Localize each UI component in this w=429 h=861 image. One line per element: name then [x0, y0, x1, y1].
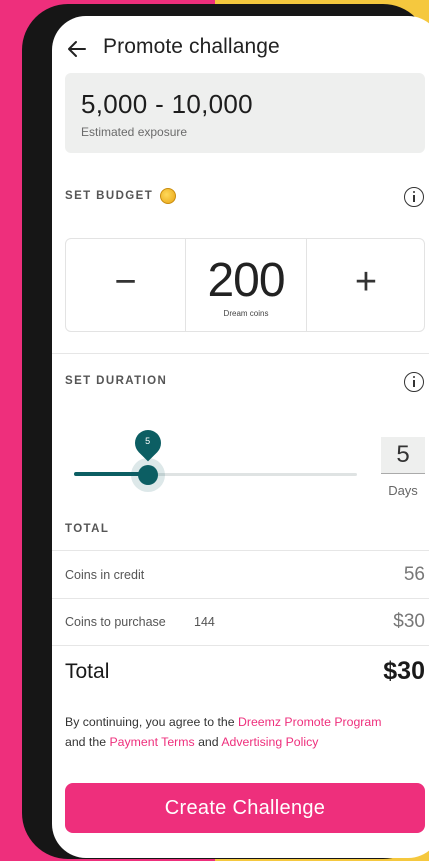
- days-input[interactable]: 5: [381, 437, 425, 474]
- coins-to-purchase-label: Coins to purchase: [65, 615, 166, 629]
- total-label: Total: [65, 660, 110, 683]
- plus-icon: +: [354, 261, 378, 303]
- back-arrow-icon[interactable]: [66, 38, 88, 60]
- coins-to-purchase-value: $30: [393, 611, 425, 632]
- total-value: $30: [383, 657, 425, 685]
- budget-info-icon[interactable]: [404, 187, 424, 207]
- days-label: Days: [388, 483, 418, 498]
- divider: [52, 598, 429, 599]
- create-challenge-button[interactable]: Create Challenge: [65, 783, 425, 833]
- total-section-label: TOTAL: [65, 523, 110, 535]
- advertising-policy-link[interactable]: Advertising Policy: [221, 735, 318, 749]
- phone-frame: Promote challange 5,000 - 10,000 Estimat…: [22, 4, 429, 859]
- minus-icon: −: [114, 261, 137, 303]
- duration-bubble-text: 5: [145, 436, 151, 446]
- duration-slider-thumb[interactable]: [137, 465, 158, 485]
- header: Promote challange: [52, 30, 429, 70]
- coin-icon: [160, 188, 176, 204]
- page-title: Promote challange: [103, 35, 280, 58]
- terms-prefix: By continuing, you agree to the: [65, 715, 238, 729]
- exposure-label: Estimated exposure: [81, 125, 188, 139]
- coins-in-credit-value: 56: [403, 564, 425, 585]
- set-budget-label: SET BUDGET: [65, 190, 154, 202]
- budget-stepper: − 200 Dream coins +: [65, 238, 425, 332]
- set-duration-label: SET DURATION: [65, 375, 168, 387]
- coins-to-purchase-count: 144: [194, 615, 215, 629]
- terms-text: By continuing, you agree to the Dreemz P…: [65, 713, 395, 752]
- budget-value: 200 Dream coins: [186, 239, 307, 331]
- divider: [52, 353, 429, 354]
- exposure-card: 5,000 - 10,000 Estimated exposure: [65, 73, 425, 153]
- phone-screen: Promote challange 5,000 - 10,000 Estimat…: [52, 16, 429, 858]
- terms-mid: and the: [65, 734, 110, 749]
- budget-unit: Dream coins: [223, 309, 269, 318]
- terms-and: and: [194, 734, 222, 749]
- budget-amount: 200: [207, 254, 285, 307]
- coins-in-credit-label: Coins in credit: [65, 568, 145, 582]
- payment-terms-link[interactable]: Payment Terms: [109, 735, 194, 749]
- exposure-range: 5,000 - 10,000: [81, 89, 253, 119]
- decrease-budget-button[interactable]: −: [66, 239, 186, 331]
- increase-budget-button[interactable]: +: [307, 239, 425, 331]
- duration-info-icon[interactable]: [404, 372, 424, 392]
- divider: [52, 645, 429, 646]
- promote-program-link[interactable]: Dreemz Promote Program: [238, 715, 382, 729]
- divider: [52, 550, 429, 551]
